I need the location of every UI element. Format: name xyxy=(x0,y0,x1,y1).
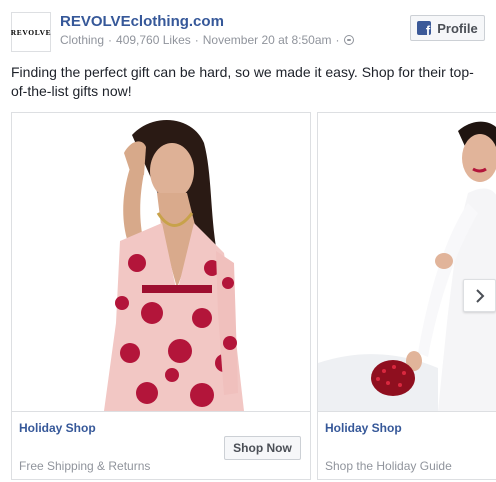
page-name-link[interactable]: REVOLVEclothing.com xyxy=(60,13,224,30)
ad-carousel: Holiday Shop Free Shipping & Returns Sho… xyxy=(11,112,496,482)
product-image-red-dress[interactable] xyxy=(12,113,310,411)
card-footer: Holiday Shop Shop the Holiday Guide xyxy=(318,411,496,479)
meta-separator: · xyxy=(194,33,199,47)
card-footer: Holiday Shop Free Shipping & Returns Sho… xyxy=(12,411,310,479)
profile-button-label: Profile xyxy=(437,20,478,36)
page-category: Clothing xyxy=(60,33,105,47)
carousel-next-button[interactable] xyxy=(463,279,496,312)
profile-button[interactable]: Profile xyxy=(410,15,485,41)
card-title[interactable]: Holiday Shop xyxy=(19,421,96,435)
facebook-ad-post: REVOLVE REVOLVEclothing.com Clothing · 4… xyxy=(0,0,496,482)
meta-separator: · xyxy=(108,33,113,47)
carousel-card[interactable]: Holiday Shop Free Shipping & Returns Sho… xyxy=(11,112,311,480)
post-timestamp[interactable]: November 20 at 8:50am xyxy=(203,33,332,47)
globe-icon xyxy=(343,35,354,45)
page-likes: 409,760 Likes xyxy=(116,33,191,47)
page-avatar[interactable]: REVOLVE xyxy=(11,12,51,52)
chevron-right-icon xyxy=(475,288,484,303)
card-description: Free Shipping & Returns xyxy=(19,459,151,473)
shop-now-button[interactable]: Shop Now xyxy=(224,436,301,460)
meta-separator: · xyxy=(335,33,340,47)
revolve-logo: REVOLVE xyxy=(10,27,52,37)
post-message: Finding the perfect gift can be hard, so… xyxy=(11,64,474,99)
card-description: Shop the Holiday Guide xyxy=(325,459,452,473)
product-image-white-dress[interactable] xyxy=(318,113,496,411)
card-title[interactable]: Holiday Shop xyxy=(325,421,402,435)
facebook-icon xyxy=(417,21,432,35)
post-meta: Clothing · 409,760 Likes · November 20 a… xyxy=(60,33,354,47)
